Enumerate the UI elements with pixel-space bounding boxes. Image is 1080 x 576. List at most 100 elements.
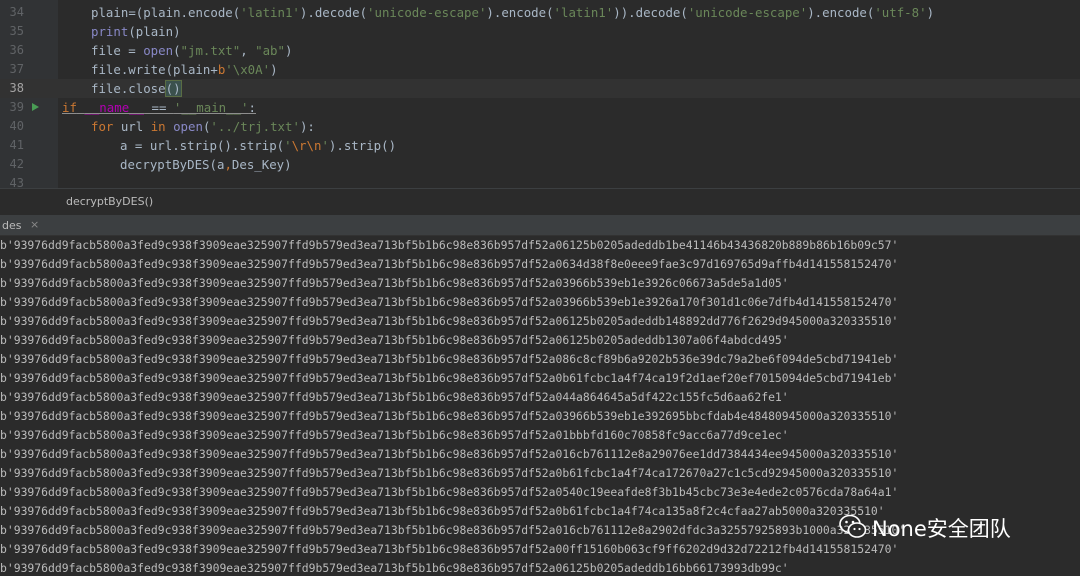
dunder-token: __name__ bbox=[84, 100, 145, 115]
code-token: == bbox=[144, 100, 174, 115]
console-line: b'93976dd9facb5800a3fed9c938f3909eae3259… bbox=[0, 371, 899, 385]
wechat-icon bbox=[839, 514, 867, 538]
string-token: 'latin1' bbox=[553, 5, 614, 20]
code-token: ( bbox=[173, 43, 181, 58]
code-line-41[interactable]: 41 a = url.strip().strip('\r\n').strip() bbox=[0, 136, 1080, 155]
console-line: b'93976dd9facb5800a3fed9c938f3909eae3259… bbox=[0, 276, 789, 290]
code-text[interactable]: file.write(plain+b'\x0A') bbox=[91, 60, 278, 79]
console-line: b'93976dd9facb5800a3fed9c938f3909eae3259… bbox=[0, 447, 899, 461]
run-tab-bar: des × bbox=[0, 215, 1080, 236]
code-token: )).decode( bbox=[613, 5, 688, 20]
line-number: 36 bbox=[9, 43, 24, 57]
string-token: '__main__' bbox=[173, 100, 249, 115]
builtin-token: print bbox=[91, 24, 129, 39]
string-token: 'latin1' bbox=[240, 5, 300, 20]
console-line: b'93976dd9facb5800a3fed9c938f3909eae3259… bbox=[0, 295, 899, 309]
code-token: , bbox=[240, 43, 256, 58]
line-number: 37 bbox=[9, 62, 24, 76]
console-line: b'93976dd9facb5800a3fed9c938f3909eae3259… bbox=[0, 542, 899, 556]
console-line: b'93976dd9facb5800a3fed9c938f3909eae3259… bbox=[0, 257, 899, 271]
code-token: file = bbox=[91, 43, 144, 58]
keyword-token: for bbox=[91, 119, 114, 134]
console-line: b'93976dd9facb5800a3fed9c938f3909eae3259… bbox=[0, 466, 899, 480]
keyword-token: if bbox=[62, 100, 77, 115]
console-line: b'93976dd9facb5800a3fed9c938f3909eae3259… bbox=[0, 485, 899, 499]
watermark-text: None安全团队 bbox=[872, 517, 1011, 541]
run-gutter-icon[interactable] bbox=[32, 103, 39, 111]
string-token: '\x0A' bbox=[225, 62, 271, 77]
line-number: 34 bbox=[9, 5, 24, 19]
matched-paren: () bbox=[164, 80, 182, 97]
breadcrumb[interactable]: decryptByDES() bbox=[66, 195, 153, 208]
code-token: =(plain.encode( bbox=[128, 5, 241, 20]
code-token: ).strip() bbox=[328, 138, 397, 153]
code-token: url bbox=[113, 119, 151, 134]
code-token: Des_Key) bbox=[231, 157, 292, 172]
code-line-36[interactable]: 36 file = open("jm.txt", "ab") bbox=[0, 41, 1080, 60]
string-token: 'unicode-escape' bbox=[367, 5, 487, 20]
code-line-40[interactable]: 40 for url in open('../trj.txt'): bbox=[0, 117, 1080, 136]
code-token: ) bbox=[926, 5, 935, 20]
line-number: 35 bbox=[9, 24, 24, 38]
escape-token: \r\n bbox=[291, 138, 322, 153]
code-line-37[interactable]: 37 file.write(plain+b'\x0A') bbox=[0, 60, 1080, 79]
console-line: b'93976dd9facb5800a3fed9c938f3909eae3259… bbox=[0, 314, 899, 328]
code-token: a = url.strip().strip( bbox=[120, 138, 285, 153]
code-text[interactable]: file.close() bbox=[91, 79, 182, 98]
code-token: (plain) bbox=[128, 24, 181, 39]
code-text[interactable]: if __name__ == '__main__': bbox=[62, 98, 256, 117]
console-line: b'93976dd9facb5800a3fed9c938f3909eae3259… bbox=[0, 352, 899, 366]
breadcrumb-bar: decryptByDES() bbox=[0, 188, 1080, 216]
code-line-38-current[interactable]: 38 file.close() bbox=[0, 79, 1080, 99]
code-token: ) bbox=[284, 43, 293, 58]
code-line-34[interactable]: 34 plain=(plain.encode('latin1').decode(… bbox=[0, 3, 1080, 22]
line-number: 38 bbox=[9, 81, 24, 95]
string-token: 'utf-8' bbox=[874, 5, 927, 20]
code-text[interactable]: for url in open('../trj.txt'): bbox=[91, 117, 315, 136]
code-line-39[interactable]: 39 if __name__ == '__main__': bbox=[0, 98, 1080, 117]
close-icon[interactable]: × bbox=[30, 218, 39, 231]
line-number: 39 bbox=[9, 100, 24, 114]
code-token: decryptByDES(a bbox=[120, 157, 225, 172]
line-number: 41 bbox=[9, 138, 24, 152]
code-token: plain bbox=[91, 5, 129, 20]
code-text[interactable]: file = open("jm.txt", "ab") bbox=[91, 41, 292, 60]
console-line: b'93976dd9facb5800a3fed9c938f3909eae3259… bbox=[0, 561, 789, 575]
builtin-token: open bbox=[143, 43, 174, 58]
code-token: file.close bbox=[91, 81, 166, 96]
code-token: file.write(plain+ bbox=[91, 62, 218, 77]
code-text[interactable]: plain=(plain.encode('latin1').decode('un… bbox=[91, 3, 934, 22]
console-line: b'93976dd9facb5800a3fed9c938f3909eae3259… bbox=[0, 238, 899, 252]
string-token: '../trj.txt' bbox=[210, 119, 300, 134]
text-caret bbox=[180, 82, 182, 95]
console-line: b'93976dd9facb5800a3fed9c938f3909eae3259… bbox=[0, 333, 789, 347]
string-token: "ab" bbox=[255, 43, 285, 58]
string-token: ' bbox=[284, 138, 292, 153]
console-line: b'93976dd9facb5800a3fed9c938f3909eae3259… bbox=[0, 409, 899, 423]
code-token: ).decode( bbox=[299, 5, 368, 20]
punct-token: , bbox=[224, 157, 232, 172]
code-text[interactable]: a = url.strip().strip('\r\n').strip() bbox=[120, 136, 396, 155]
console-line: b'93976dd9facb5800a3fed9c938f3909eae3259… bbox=[0, 390, 789, 404]
code-line-43[interactable]: 43 bbox=[0, 174, 1080, 188]
code-editor[interactable]: 34 plain=(plain.encode('latin1').decode(… bbox=[0, 0, 1080, 188]
line-number: 42 bbox=[9, 157, 24, 171]
code-line-42[interactable]: 42 decryptByDES(a,Des_Key) bbox=[0, 155, 1080, 174]
code-token: : bbox=[248, 100, 256, 115]
console-line: b'93976dd9facb5800a3fed9c938f3909eae3259… bbox=[0, 428, 789, 442]
run-tab-label[interactable]: des bbox=[2, 219, 21, 232]
code-token: ) bbox=[270, 62, 278, 77]
string-token: ' bbox=[321, 138, 329, 153]
code-text[interactable]: print(plain) bbox=[91, 22, 181, 41]
builtin-token: open bbox=[173, 119, 203, 134]
keyword-token: in bbox=[150, 119, 166, 134]
code-token: ).encode( bbox=[807, 5, 875, 20]
code-text[interactable]: decryptByDES(a,Des_Key) bbox=[120, 155, 292, 174]
string-token: 'unicode-escape' bbox=[687, 5, 808, 20]
console-line: b'93976dd9facb5800a3fed9c938f3909eae3259… bbox=[0, 504, 885, 518]
line-number: 43 bbox=[9, 176, 24, 188]
console-line: b'93976dd9facb5800a3fed9c938f3909eae3259… bbox=[0, 523, 906, 537]
code-line-35[interactable]: 35 print(plain) bbox=[0, 22, 1080, 41]
code-token: ): bbox=[299, 119, 315, 134]
